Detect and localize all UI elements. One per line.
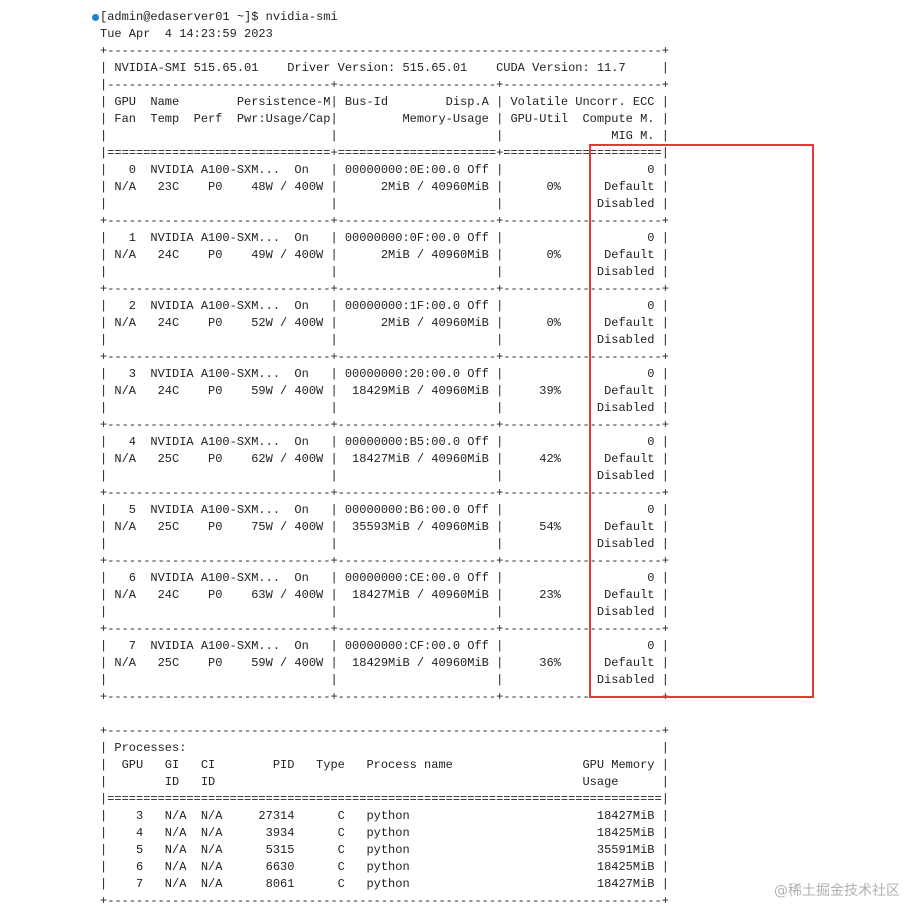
terminal-line: |=======================================…	[100, 792, 669, 806]
terminal-line: +-------------------------------+-------…	[100, 690, 669, 704]
terminal-line: | Fan Temp Perf Pwr:Usage/Cap| Memory-Us…	[100, 112, 669, 126]
terminal-line: | 0 NVIDIA A100-SXM... On | 00000000:0E:…	[100, 163, 669, 177]
terminal-line: | | | MIG M. |	[100, 129, 669, 143]
terminal-line: | | | Disabled |	[100, 469, 669, 483]
terminal-line: | | | Disabled |	[100, 197, 669, 211]
terminal-line: | N/A 23C P0 48W / 400W | 2MiB / 40960Mi…	[100, 180, 669, 194]
terminal-line: | 5 N/A N/A 5315 C python 35591MiB |	[100, 843, 669, 857]
command-prompt-line: [admin@edaserver01 ~]$ nvidia-smi	[100, 10, 338, 24]
terminal-line: | | | Disabled |	[100, 333, 669, 347]
terminal-line: +-------------------------------+-------…	[100, 282, 669, 296]
terminal-line: | N/A 24C P0 49W / 400W | 2MiB / 40960Mi…	[100, 248, 669, 262]
terminal-line: +---------------------------------------…	[100, 44, 669, 58]
terminal-line: | ID ID Usage |	[100, 775, 669, 789]
terminal-line: | NVIDIA-SMI 515.65.01 Driver Version: 5…	[100, 61, 669, 75]
terminal-line: | GPU GI CI PID Type Process name GPU Me…	[100, 758, 669, 772]
terminal-line: | 1 NVIDIA A100-SXM... On | 00000000:0F:…	[100, 231, 669, 245]
terminal-line: Tue Apr 4 14:23:59 2023	[100, 27, 273, 41]
terminal-line: | | | Disabled |	[100, 673, 669, 687]
terminal-line: | 2 NVIDIA A100-SXM... On | 00000000:1F:…	[100, 299, 669, 313]
terminal-panel[interactable]: [admin@edaserver01 ~]$ nvidia-smi Tue Apr…	[90, 0, 908, 908]
terminal-line: +-------------------------------+-------…	[100, 214, 669, 228]
terminal-line: | N/A 24C P0 52W / 400W | 2MiB / 40960Mi…	[100, 316, 669, 330]
left-margin	[0, 0, 90, 908]
terminal-line: | GPU Name Persistence-M| Bus-Id Disp.A …	[100, 95, 669, 109]
terminal-line: | 6 NVIDIA A100-SXM... On | 00000000:CE:…	[100, 571, 669, 585]
terminal-line: +-------------------------------+-------…	[100, 350, 669, 364]
terminal-line: | 4 NVIDIA A100-SXM... On | 00000000:B5:…	[100, 435, 669, 449]
terminal-line: +-------------------------------+-------…	[100, 418, 669, 432]
terminal-line: | 4 N/A N/A 3934 C python 18425MiB |	[100, 826, 669, 840]
terminal-line: +-------------------------------+-------…	[100, 554, 669, 568]
terminal-line: | 5 NVIDIA A100-SXM... On | 00000000:B6:…	[100, 503, 669, 517]
terminal-line: | 3 NVIDIA A100-SXM... On | 00000000:20:…	[100, 367, 669, 381]
terminal-line: +---------------------------------------…	[100, 724, 669, 738]
terminal-line: +-------------------------------+-------…	[100, 486, 669, 500]
watermark: @稀土掘金技术社区	[774, 883, 900, 899]
terminal-line: | 6 N/A N/A 6630 C python 18425MiB |	[100, 860, 669, 874]
terminal-line: | | | Disabled |	[100, 265, 669, 279]
terminal-line: |===============================+=======…	[100, 146, 669, 160]
terminal-line: | N/A 24C P0 59W / 400W | 18429MiB / 409…	[100, 384, 669, 398]
terminal-line: |-------------------------------+-------…	[100, 78, 669, 92]
terminal-line: | 3 N/A N/A 27314 C python 18427MiB |	[100, 809, 669, 823]
terminal-line: +-------------------------------+-------…	[100, 622, 669, 636]
terminal-line: | N/A 24C P0 63W / 400W | 18427MiB / 409…	[100, 588, 669, 602]
terminal-line: | N/A 25C P0 75W / 400W | 35593MiB / 409…	[100, 520, 669, 534]
terminal-line: +---------------------------------------…	[100, 894, 669, 908]
terminal-line: | N/A 25C P0 62W / 400W | 18427MiB / 409…	[100, 452, 669, 466]
prompt-status-dot-icon	[92, 14, 99, 21]
terminal-line: | | | Disabled |	[100, 605, 669, 619]
terminal-output: [admin@edaserver01 ~]$ nvidia-smi Tue Apr…	[92, 9, 669, 910]
terminal-line: | | | Disabled |	[100, 537, 669, 551]
terminal-line: | Processes: |	[100, 741, 669, 755]
terminal-line: | 7 NVIDIA A100-SXM... On | 00000000:CF:…	[100, 639, 669, 653]
terminal-line: | | | Disabled |	[100, 401, 669, 415]
terminal-line: | 7 N/A N/A 8061 C python 18427MiB |	[100, 877, 669, 891]
terminal-line: | N/A 25C P0 59W / 400W | 18429MiB / 409…	[100, 656, 669, 670]
